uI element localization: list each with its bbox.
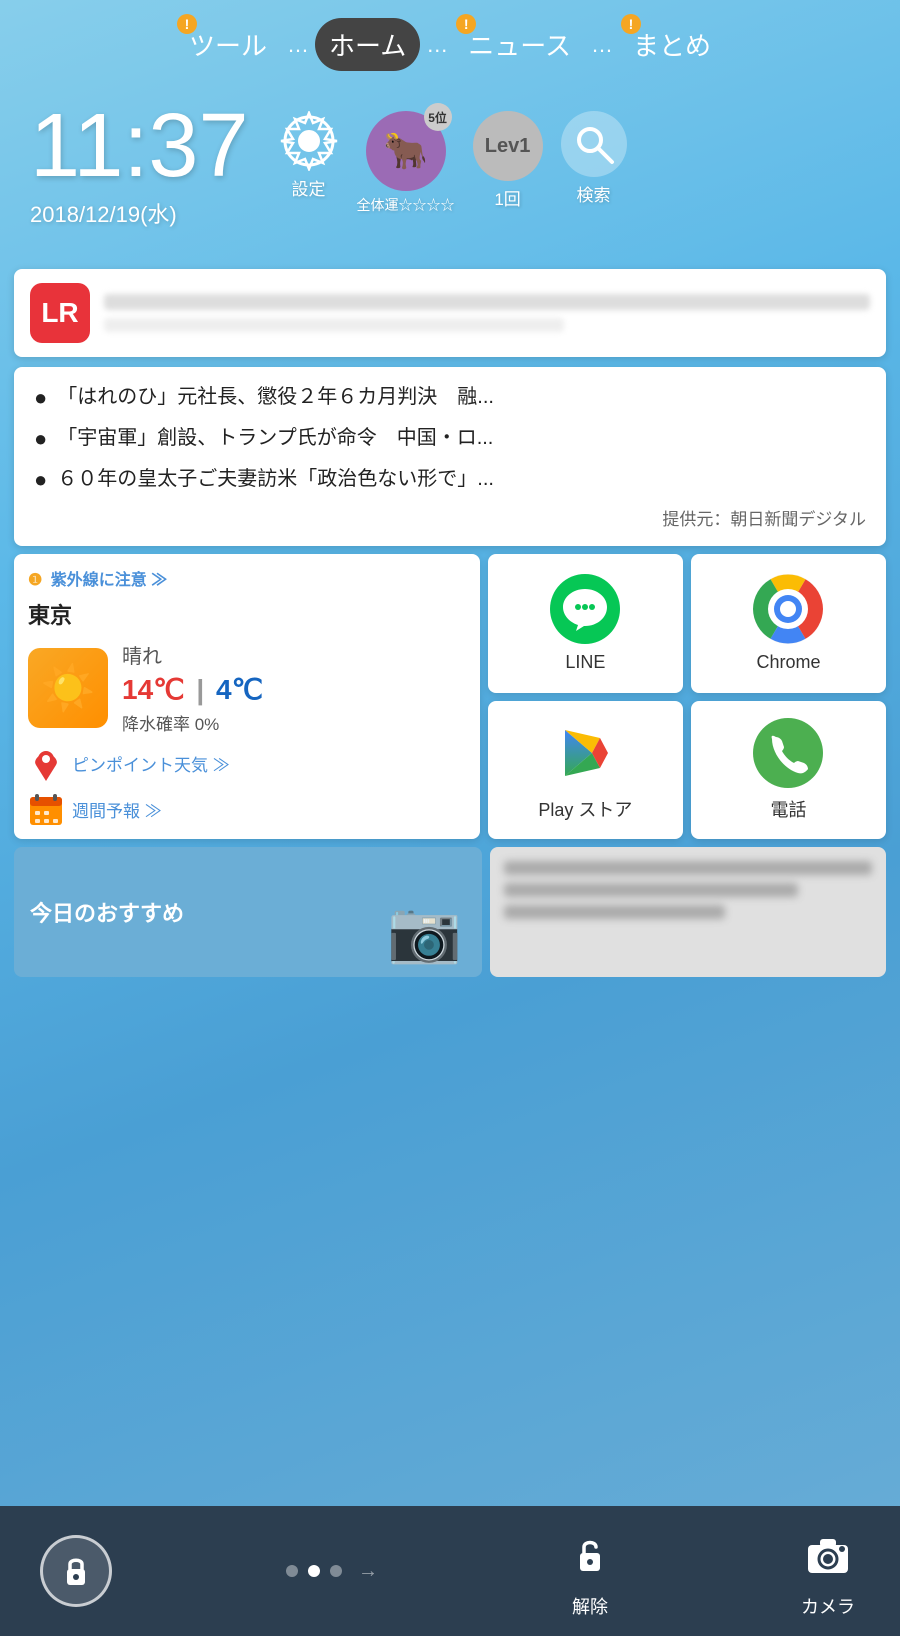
blurred-content — [490, 847, 886, 941]
news-text-2: 「宇宙軍」創設、トランプ氏が命令 中国・ロ... — [57, 424, 493, 452]
lock-button[interactable] — [40, 1535, 112, 1607]
uv-link[interactable]: 紫外線に注意 ≫ — [51, 572, 167, 589]
camera-decoration-icon: 📷 — [387, 896, 462, 967]
news-item-1: ● 「はれのひ」元社長、懲役２年６カ月判決 融... — [34, 383, 866, 414]
temp-high: 14℃ — [122, 674, 185, 705]
weekly-link-row[interactable]: 週間予報 ≫ — [28, 791, 466, 827]
app-chrome[interactable]: Chrome — [691, 554, 886, 693]
news-text-1: 「はれのひ」元社長、懲役２年６カ月判決 融... — [57, 383, 494, 411]
dot-2 — [308, 1565, 320, 1577]
playstore-icon — [550, 718, 620, 788]
home-label: ホーム — [329, 26, 406, 63]
tools-alert: ! — [177, 14, 197, 34]
weekly-link[interactable]: 週間予報 ≫ — [72, 797, 162, 822]
weather-info: 晴れ 14℃ | 4℃ 降水確率 0% — [122, 640, 263, 735]
news-card[interactable]: ● 「はれのひ」元社長、懲役２年６カ月判決 融... ● 「宇宙軍」創設、トラン… — [14, 367, 886, 546]
arrow-icon: → — [358, 1560, 378, 1583]
playstore-label: Play ストア — [538, 796, 632, 822]
unlock-icon — [558, 1523, 622, 1587]
calendar-icon — [28, 791, 64, 827]
nav-summary[interactable]: ! まとめ — [619, 18, 725, 71]
chrome-label: Chrome — [756, 652, 820, 673]
bottom-row: 今日のおすすめ 📷 — [14, 847, 886, 977]
weather-city: 東京 — [28, 598, 466, 630]
phone-icon — [753, 718, 823, 788]
pinpoint-link[interactable]: ピンポイント天気 ≫ — [72, 751, 230, 776]
blurred-tile — [490, 847, 886, 977]
summary-label: まとめ — [633, 26, 711, 63]
phone-label: 電話 — [770, 796, 806, 822]
settings-label: 設定 — [292, 175, 326, 200]
news-text-3: ６０年の皇太子ご夫妻訪米「政治色ない形で」... — [57, 465, 494, 493]
notification-text — [104, 294, 870, 332]
nav-home[interactable]: ホーム — [315, 18, 420, 71]
horoscope-icon: 5位 🐂 — [366, 111, 446, 191]
notification-app-icon: LR — [30, 283, 90, 343]
news-item-2: ● 「宇宙軍」創設、トランプ氏が命令 中国・ロ... — [34, 424, 866, 455]
lev-icon: Lev1 — [473, 111, 543, 181]
camera-button[interactable]: カメラ — [796, 1523, 860, 1619]
temp-sep: | — [196, 674, 204, 705]
nav-dots-2: … — [420, 32, 454, 58]
clock-date: 2018/12/19(水) — [30, 197, 249, 229]
summary-alert: ! — [621, 14, 641, 34]
search-label: 検索 — [577, 181, 611, 206]
clock-icons: 設定 5位 🐂 全体運☆☆☆☆ Lev1 1回 検索 — [279, 111, 627, 215]
weather-widget[interactable]: ❶ 紫外線に注意 ≫ 東京 ☀️ 晴れ 14℃ | 4℃ 降水確率 0% — [14, 554, 480, 839]
tools-label: ツール — [189, 26, 267, 63]
weather-condition: 晴れ — [122, 640, 263, 669]
clock-area: 11:37 2018/12/19(水) 設定 5位 🐂 全体運☆☆☆☆ Lev1 — [0, 81, 900, 239]
notification-card[interactable]: LR — [14, 269, 886, 357]
weather-uv-warning[interactable]: ❶ 紫外線に注意 ≫ — [28, 566, 466, 590]
camera-label: カメラ — [801, 1593, 855, 1619]
apps-grid: LINE Chrome — [488, 554, 886, 839]
search-button[interactable]: 検索 — [561, 111, 627, 206]
lev-label: 1回 — [494, 185, 520, 210]
news-source: 提供元：朝日新聞デジタル — [34, 505, 866, 530]
search-icon — [561, 111, 627, 177]
uv-alert-icon: ❶ — [28, 572, 42, 589]
horoscope-rank: 5位 — [424, 103, 452, 131]
unlock-label: 解除 — [572, 1593, 608, 1619]
top-navigation: ! ツール … ホーム … ! ニュース … ! まとめ — [0, 0, 900, 81]
line-label: LINE — [565, 652, 605, 673]
weather-rain: 降水確率 0% — [122, 710, 263, 735]
nav-tools[interactable]: ! ツール — [175, 18, 281, 71]
app-playstore[interactable]: Play ストア — [488, 701, 683, 840]
weather-links: ピンポイント天気 ≫ 週間予報 ≫ — [28, 745, 466, 827]
temp-low: 4℃ — [216, 674, 263, 705]
nav-news[interactable]: ! ニュース — [454, 18, 585, 71]
dot-1 — [286, 1565, 298, 1577]
lock-icon — [40, 1535, 112, 1607]
gear-icon — [279, 111, 339, 171]
app-line[interactable]: LINE — [488, 554, 683, 693]
horoscope-label: 全体運☆☆☆☆ — [357, 195, 455, 215]
widgets-area: ❶ 紫外線に注意 ≫ 東京 ☀️ 晴れ 14℃ | 4℃ 降水確率 0% — [14, 554, 886, 839]
settings-button[interactable]: 設定 — [279, 111, 339, 200]
recommend-tile[interactable]: 今日のおすすめ 📷 — [14, 847, 482, 977]
map-pin-icon — [28, 745, 64, 781]
weather-main: ☀️ 晴れ 14℃ | 4℃ 降水確率 0% — [28, 640, 466, 735]
unlock-button[interactable]: 解除 — [558, 1523, 622, 1619]
sun-icon: ☀️ — [28, 648, 108, 728]
news-label: ニュース — [468, 26, 571, 63]
horoscope-button[interactable]: 5位 🐂 全体運☆☆☆☆ — [357, 111, 455, 215]
camera-icon — [796, 1523, 860, 1587]
nav-dots-1: … — [281, 32, 315, 58]
line-icon — [550, 574, 620, 644]
bottom-bar: → 解除 カメラ — [0, 1506, 900, 1636]
clock-time: 11:37 — [30, 101, 249, 191]
nav-dots-3: … — [585, 32, 619, 58]
weather-temps: 14℃ | 4℃ — [122, 673, 263, 706]
page-dots: → — [286, 1560, 384, 1583]
app-phone[interactable]: 電話 — [691, 701, 886, 840]
chrome-icon — [753, 574, 823, 644]
notification-blur-line2 — [104, 318, 564, 332]
notification-blur-line1 — [104, 294, 870, 310]
lev-button[interactable]: Lev1 1回 — [473, 111, 543, 210]
recommend-label: 今日のおすすめ — [30, 896, 184, 928]
news-item-3: ● ６０年の皇太子ご夫妻訪米「政治色ない形で」... — [34, 465, 866, 496]
dot-3 — [330, 1565, 342, 1577]
pinpoint-link-row[interactable]: ピンポイント天気 ≫ — [28, 745, 466, 781]
